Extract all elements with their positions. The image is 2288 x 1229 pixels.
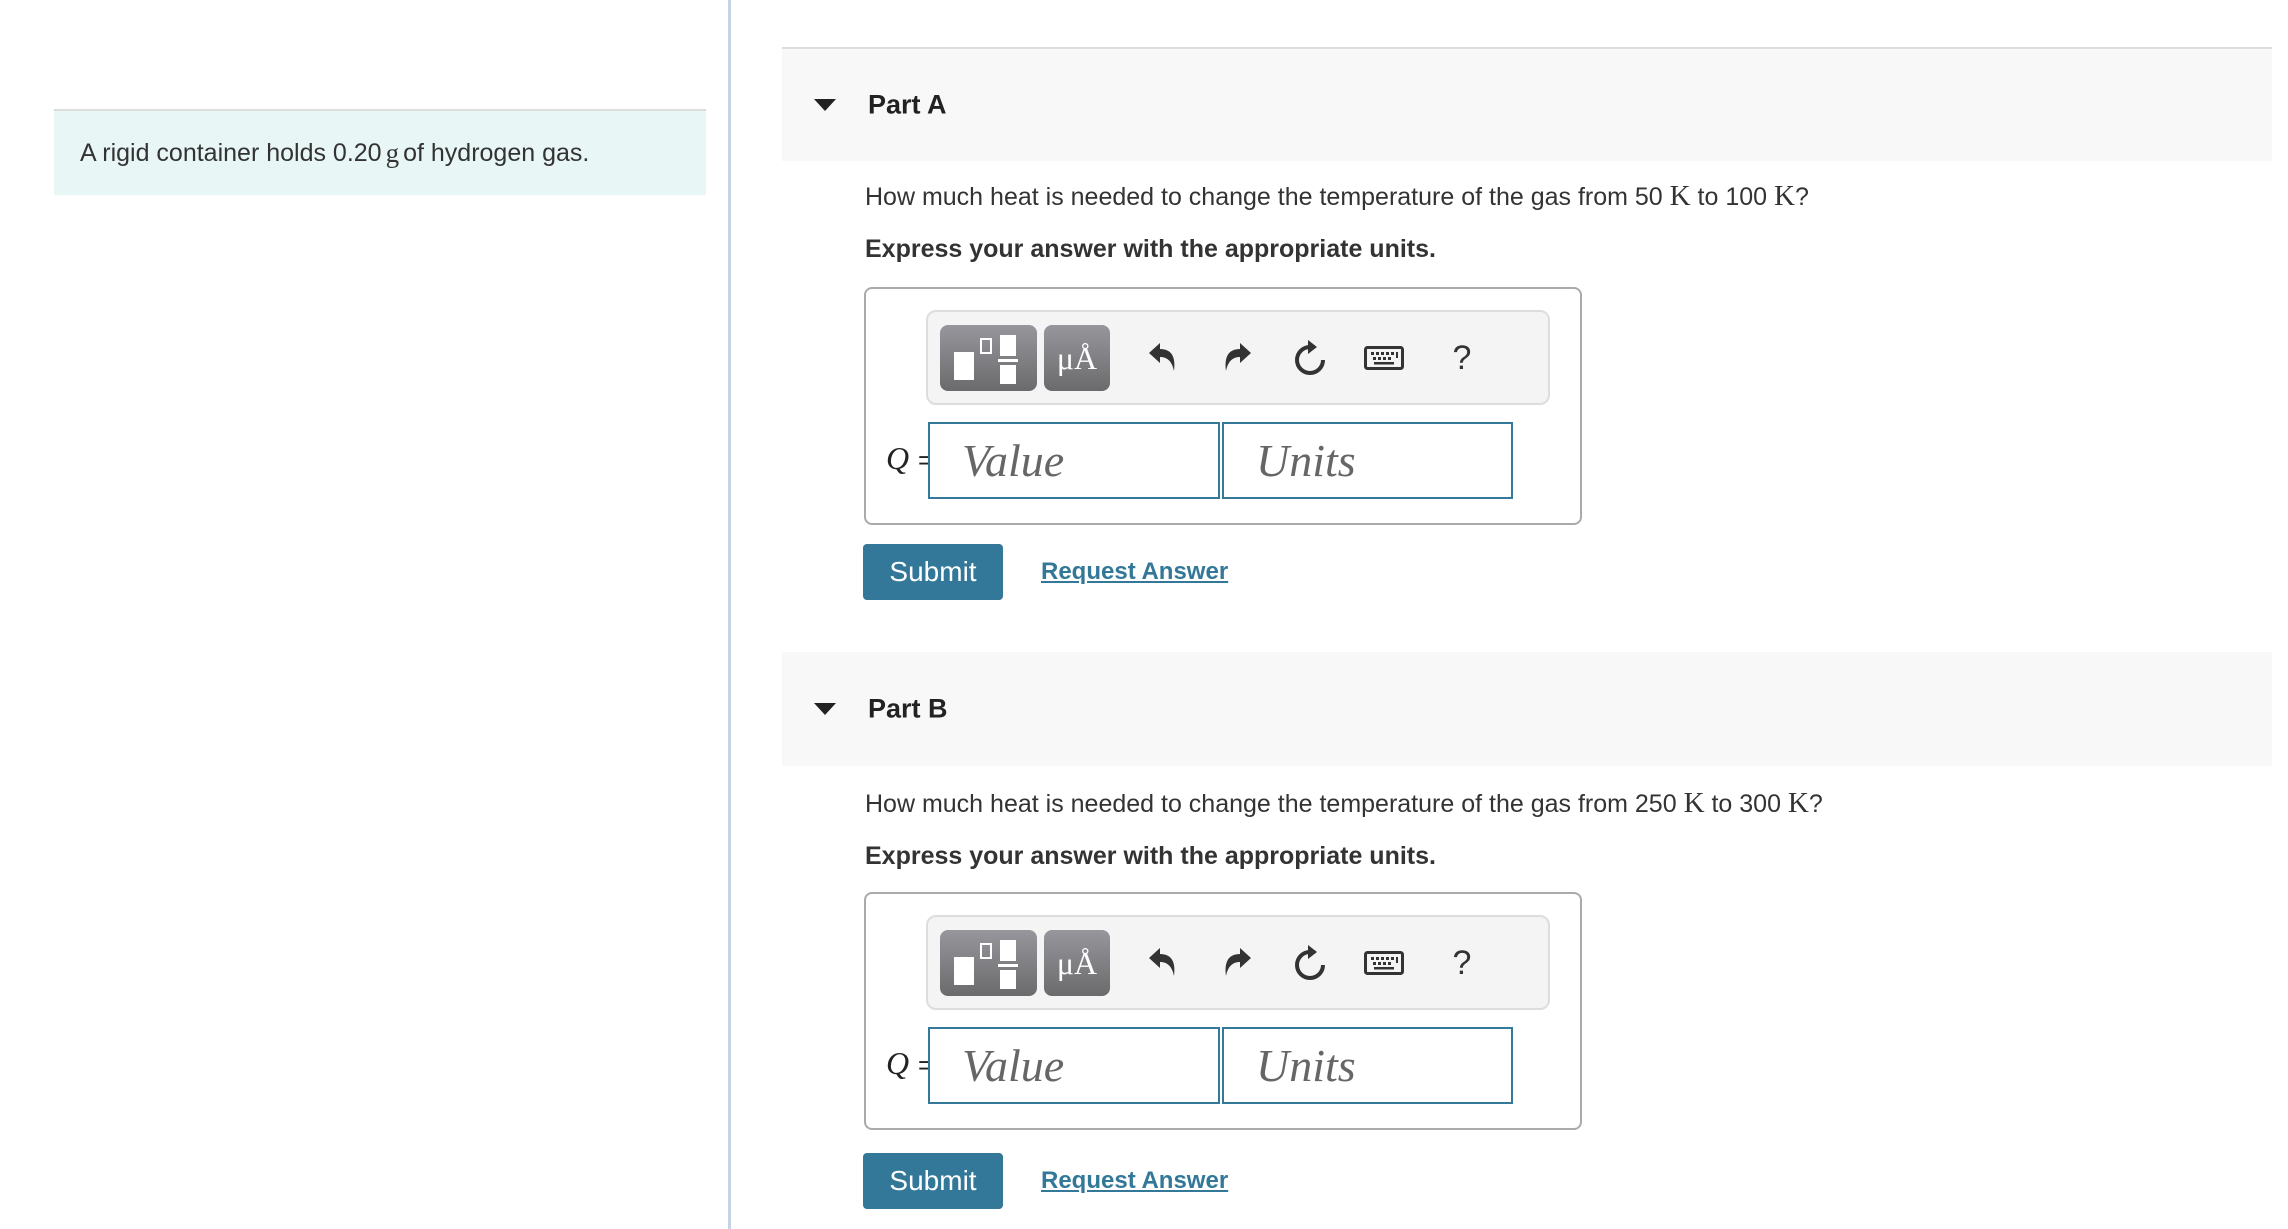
question-text: ? <box>1808 790 1823 818</box>
keyboard-button[interactable] <box>1360 332 1408 384</box>
question-text: How much heat is needed to change the te… <box>865 183 1670 211</box>
variable-q: Q <box>886 440 910 476</box>
math-toolbar: μÅ ? <box>926 310 1550 405</box>
question-text: to 300 <box>1704 790 1788 818</box>
variable-q: Q <box>886 1045 910 1081</box>
collapse-caret-icon[interactable] <box>814 99 836 111</box>
keyboard-button[interactable] <box>1360 937 1408 989</box>
unit-kelvin: K <box>1787 787 1809 819</box>
part-a-header[interactable]: Part A <box>782 47 2272 161</box>
unit-kelvin: K <box>1683 787 1705 819</box>
help-button[interactable]: ? <box>1438 332 1486 384</box>
help-button[interactable]: ? <box>1438 937 1486 989</box>
collapse-caret-icon[interactable] <box>814 703 836 715</box>
reset-icon <box>1295 340 1325 375</box>
intro-unit: g <box>385 137 400 168</box>
symbols-label: μÅ <box>1056 339 1098 376</box>
intro-text-before: A rigid container holds 0.20 <box>80 138 382 167</box>
symbols-label: μÅ <box>1056 944 1098 981</box>
question-text: ? <box>1794 183 1809 211</box>
undo-button[interactable] <box>1138 332 1186 384</box>
part-a-submit-button[interactable]: Submit <box>863 544 1003 600</box>
unit-kelvin: K <box>1669 180 1691 212</box>
redo-button[interactable] <box>1214 937 1262 989</box>
value-input[interactable] <box>928 422 1220 499</box>
redo-icon <box>1225 948 1251 976</box>
keyboard-icon <box>1364 951 1404 975</box>
part-a-title: Part A <box>868 89 947 120</box>
symbols-button[interactable]: μÅ <box>1044 325 1110 391</box>
part-b-request-answer-link[interactable]: Request Answer <box>1041 1167 1228 1195</box>
part-a-instruction: Express your answer with the appropriate… <box>865 235 1436 263</box>
templates-button[interactable] <box>940 930 1037 996</box>
answer-variable-label: Q = <box>886 440 933 477</box>
part-b-header[interactable]: Part B <box>782 652 2272 766</box>
part-b-answer-box: μÅ ? Q = <box>864 892 1582 1130</box>
question-text: How much heat is needed to change the te… <box>865 790 1684 818</box>
redo-button[interactable] <box>1214 332 1262 384</box>
keyboard-icon <box>1364 346 1404 370</box>
undo-button[interactable] <box>1138 937 1186 989</box>
value-input[interactable] <box>928 1027 1220 1104</box>
math-toolbar: μÅ ? <box>926 915 1550 1010</box>
templates-button[interactable] <box>940 325 1037 391</box>
redo-icon <box>1225 343 1251 371</box>
templates-icon <box>954 940 1018 989</box>
question-text: to 100 <box>1690 183 1775 211</box>
undo-icon <box>1149 343 1175 371</box>
help-icon: ? <box>1452 943 1472 982</box>
help-icon: ? <box>1452 338 1472 377</box>
reset-button[interactable] <box>1286 332 1334 384</box>
problem-intro: A rigid container holds 0.20 g of hydrog… <box>54 109 706 195</box>
part-a-request-answer-link[interactable]: Request Answer <box>1041 558 1228 586</box>
templates-icon <box>954 335 1018 384</box>
reset-button[interactable] <box>1286 937 1334 989</box>
column-divider <box>728 0 731 1229</box>
undo-icon <box>1149 948 1175 976</box>
unit-kelvin: K <box>1774 180 1795 212</box>
units-input[interactable] <box>1222 422 1513 499</box>
part-b-title: Part B <box>868 693 948 724</box>
reset-icon <box>1295 945 1325 980</box>
intro-text-after: of hydrogen gas. <box>403 138 590 167</box>
part-b-instruction: Express your answer with the appropriate… <box>865 842 1436 870</box>
part-a-answer-box: μÅ ? Q = <box>864 287 1582 525</box>
answer-variable-label: Q = <box>886 1045 933 1082</box>
part-b-submit-button[interactable]: Submit <box>863 1153 1003 1209</box>
part-a-question: How much heat is needed to change the te… <box>865 180 1809 213</box>
units-input[interactable] <box>1222 1027 1513 1104</box>
symbols-button[interactable]: μÅ <box>1044 930 1110 996</box>
part-b-question: How much heat is needed to change the te… <box>865 787 1823 820</box>
